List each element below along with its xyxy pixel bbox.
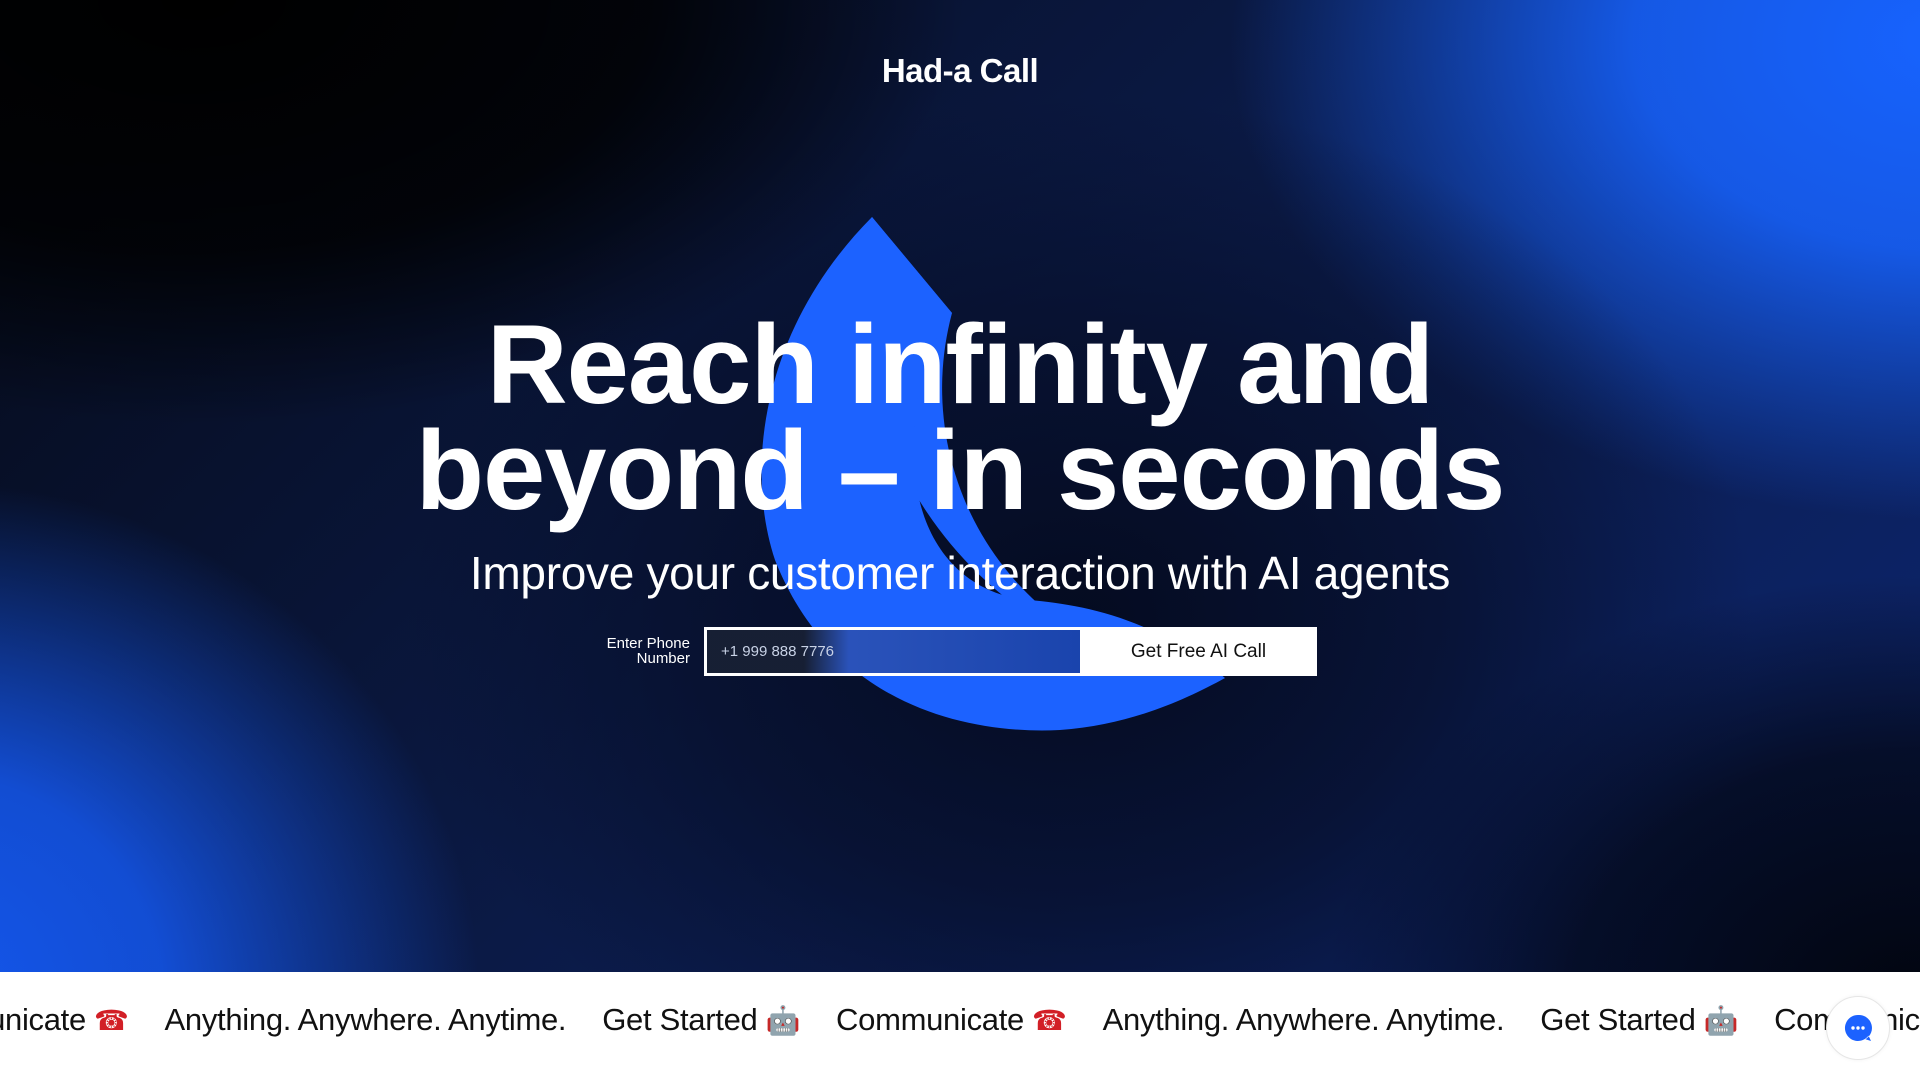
marquee-item: Anything. Anywhere. Anytime. — [165, 1002, 567, 1038]
marquee-item[interactable]: Get Started 🤖 — [602, 1002, 800, 1038]
phone-input[interactable] — [707, 630, 1080, 673]
hero-headline: Reach infinity and beyond – in seconds — [0, 309, 1920, 527]
phone-form: Get Free AI Call — [704, 627, 1317, 676]
robot-icon: 🤖 — [765, 1004, 801, 1037]
marquee-item-text: Anything. Anywhere. Anytime. — [1102, 1002, 1505, 1037]
headline-line-2: beyond – in seconds — [415, 408, 1506, 533]
telephone-icon: ☎ — [1031, 1004, 1067, 1037]
hero-subheadline: Improve your customer interaction with A… — [469, 547, 1451, 599]
marquee-banner: Communicate☎Anything. Anywhere. Anytime.… — [0, 972, 1920, 1080]
phone-label: Enter Phone Number — [606, 635, 690, 667]
chat-widget-button[interactable] — [1826, 996, 1890, 1060]
marquee-item: Communicate☎ — [836, 1002, 1067, 1038]
marquee-track: Communicate☎Anything. Anywhere. Anytime.… — [0, 1002, 1920, 1038]
marquee-item-text: Anything. Anywhere. Anytime. — [164, 1002, 567, 1037]
telephone-icon: ☎ — [93, 1004, 129, 1037]
chat-bubble-icon — [1844, 1014, 1872, 1041]
marquee-item-text: Get Started — [1540, 1002, 1696, 1037]
robot-icon: 🤖 — [1703, 1004, 1739, 1037]
marquee-item-text: Get Started — [602, 1002, 758, 1037]
marquee-item-text: Communicate — [0, 1002, 86, 1037]
brand-logo[interactable]: Had-a Call — [0, 52, 1920, 90]
get-free-ai-call-button[interactable]: Get Free AI Call — [1080, 627, 1317, 676]
marquee-item: Anything. Anywhere. Anytime. — [1103, 1002, 1505, 1038]
marquee-item[interactable]: Get Started 🤖 — [1540, 1002, 1738, 1038]
marquee-item: Communicate☎ — [0, 1002, 129, 1038]
marquee-item-text: Communicate — [836, 1002, 1024, 1037]
hero-section: Had-a Call Reach infinity and beyond – i… — [0, 0, 1920, 972]
